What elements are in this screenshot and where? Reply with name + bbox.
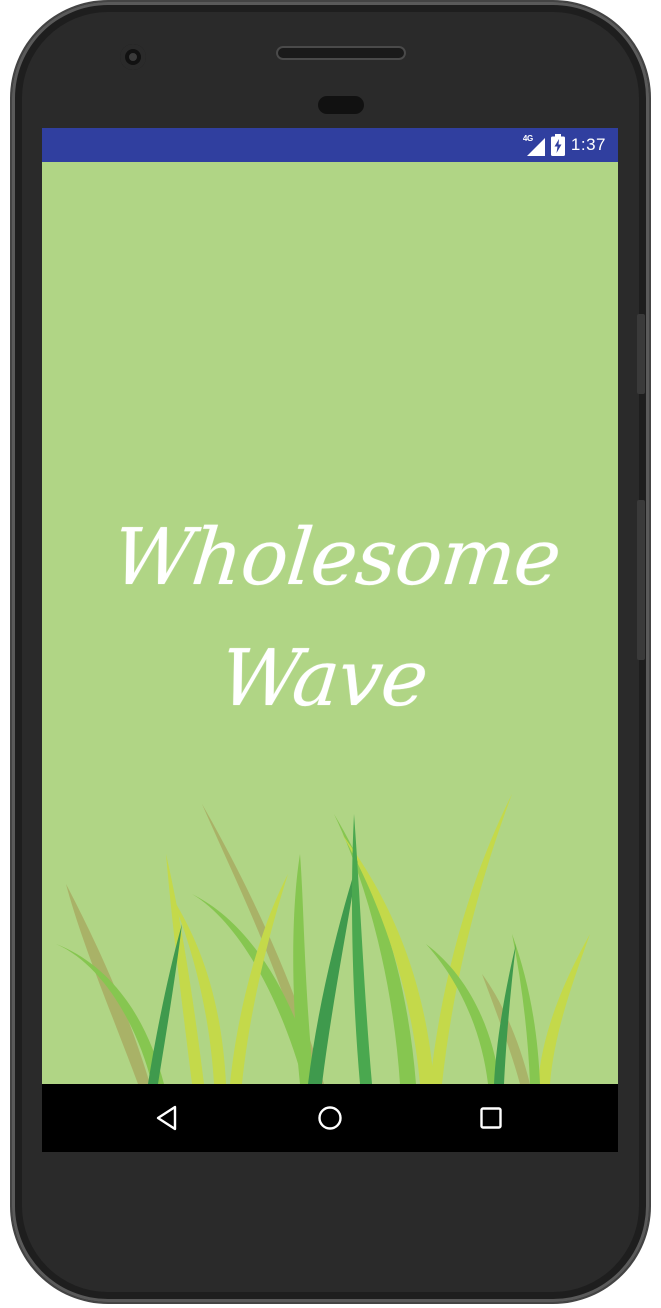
status-bar: 4G 1:37 <box>42 128 618 162</box>
power-button <box>637 314 645 394</box>
home-icon <box>318 1106 342 1130</box>
splash-screen: Wholesome Wave <box>42 162 618 1084</box>
signal-icon <box>526 138 545 156</box>
app-title: Wholesome Wave <box>108 513 565 724</box>
device-screen: 4G 1:37 Wholesome Wave <box>42 128 618 1152</box>
earpiece-speaker <box>276 46 406 60</box>
network-indicator: 4G <box>523 134 545 156</box>
status-icons: 4G 1:37 <box>523 128 606 162</box>
status-time: 1:37 <box>570 135 606 154</box>
back-icon <box>156 1105 177 1131</box>
front-camera <box>120 44 146 70</box>
battery-charging-icon <box>550 134 565 156</box>
system-nav-bar <box>42 1084 618 1152</box>
grass-illustration <box>56 794 590 1084</box>
nav-home-button[interactable] <box>310 1098 350 1138</box>
volume-rocker <box>637 500 645 660</box>
nav-recents-button[interactable] <box>471 1098 511 1138</box>
proximity-sensor <box>318 96 364 114</box>
recents-icon <box>480 1107 502 1129</box>
nav-back-button[interactable] <box>148 1098 188 1138</box>
